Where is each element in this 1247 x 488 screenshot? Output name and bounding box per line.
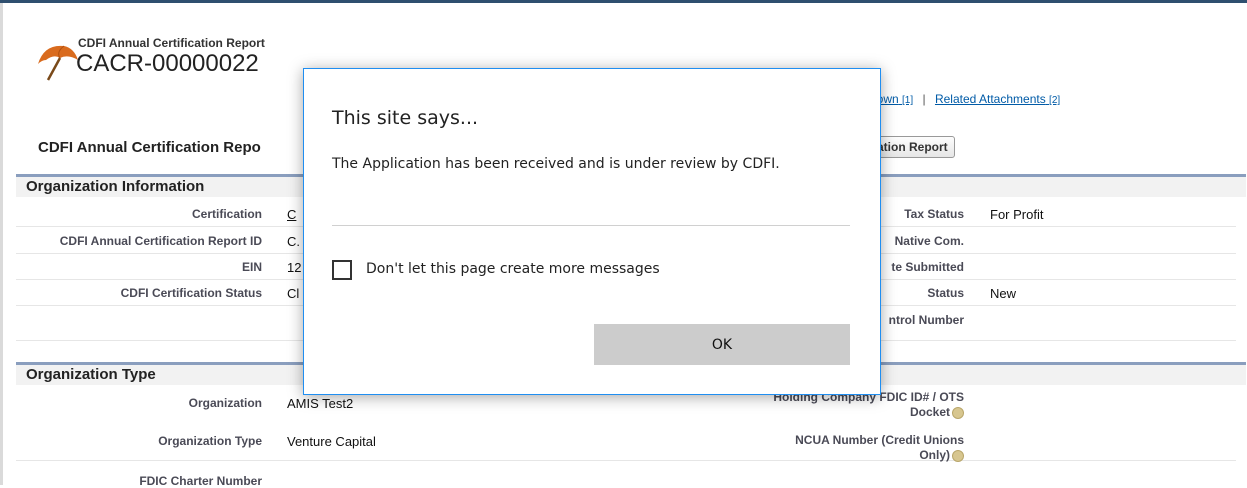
dialog-divider xyxy=(332,225,850,226)
alert-dialog: This site says... The Application has be… xyxy=(303,68,881,395)
dialog-title: This site says... xyxy=(332,107,479,129)
ok-button[interactable]: OK xyxy=(594,324,850,365)
dialog-message: The Application has been received and is… xyxy=(332,156,780,172)
suppress-messages-label[interactable]: Don't let this page create more messages xyxy=(366,261,660,277)
suppress-messages-checkbox[interactable] xyxy=(332,260,352,280)
